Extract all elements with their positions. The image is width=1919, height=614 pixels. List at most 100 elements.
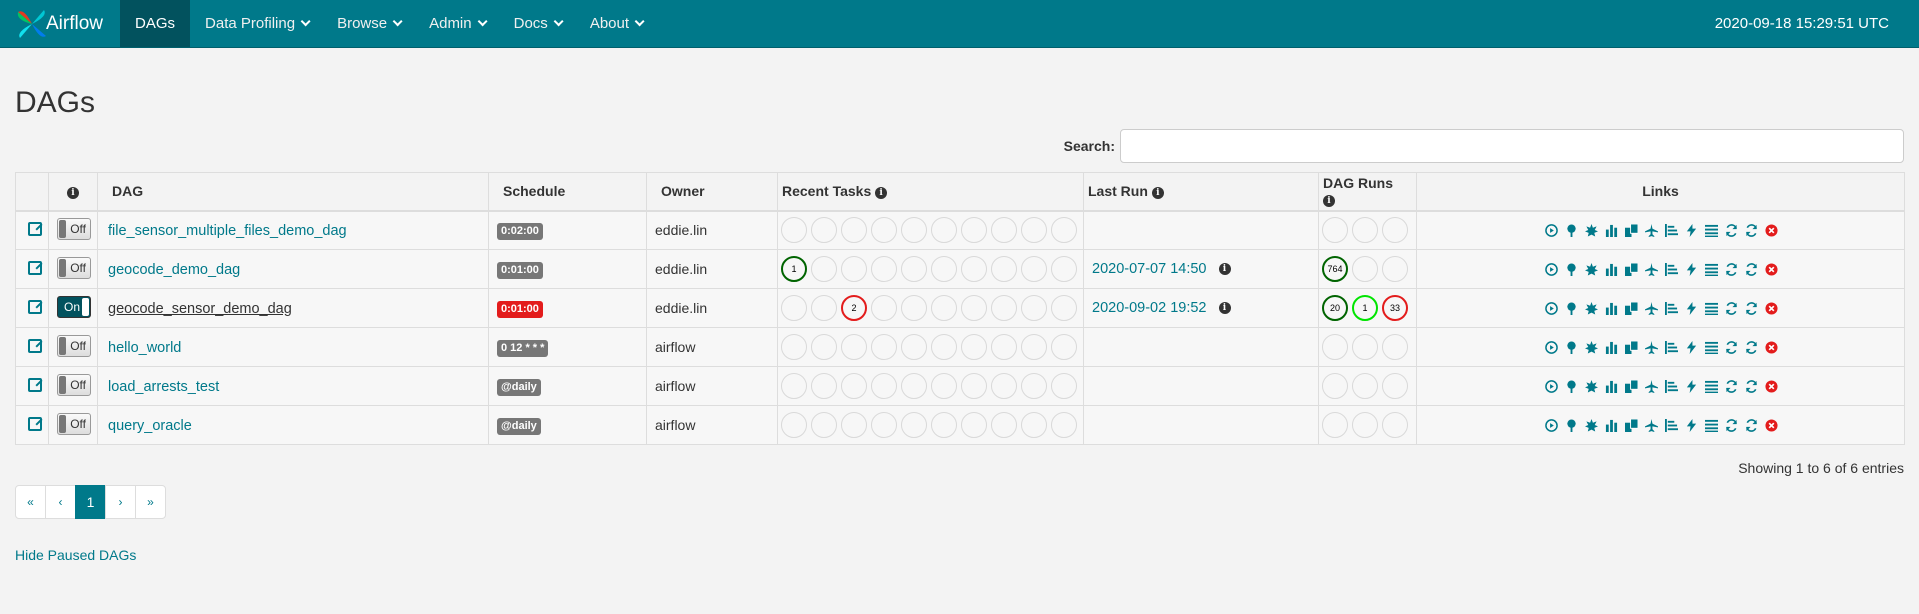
task-duration-icon[interactable] [1685, 302, 1697, 315]
refresh-icon[interactable] [1745, 224, 1757, 238]
task-state-circle[interactable] [901, 295, 927, 321]
dag-column-header[interactable]: DAG [97, 172, 489, 212]
tries-chart-icon[interactable] [1605, 302, 1617, 315]
dag-run-state-circle[interactable]: 20 [1322, 295, 1348, 321]
info-icon[interactable]: i [1218, 302, 1231, 314]
tries-chart-icon[interactable] [1605, 380, 1617, 393]
task-state-circle[interactable]: 2 [841, 295, 867, 321]
gantt-icon[interactable] [1664, 419, 1678, 432]
task-state-circle[interactable] [841, 373, 867, 399]
dag-run-state-circle[interactable] [1382, 334, 1408, 360]
task-state-circle[interactable] [991, 373, 1017, 399]
schedule-badge[interactable]: 0:01:00 [497, 300, 543, 318]
refresh-icon[interactable] [1745, 302, 1757, 315]
task-state-circle[interactable] [811, 256, 837, 282]
code-icon[interactable] [1704, 419, 1718, 432]
dag-link[interactable]: query_oracle [108, 418, 192, 434]
edit-icon[interactable] [28, 221, 42, 236]
dag-link[interactable]: load_arrests_test [108, 379, 219, 395]
task-state-circle[interactable] [901, 412, 927, 438]
dag-run-state-circle[interactable] [1322, 412, 1348, 438]
task-state-circle[interactable] [1021, 217, 1047, 244]
task-state-circle[interactable] [1051, 334, 1077, 360]
trigger-dag-icon[interactable] [1544, 341, 1558, 354]
task-state-circle[interactable] [1021, 256, 1047, 282]
landing-times-icon[interactable] [1644, 302, 1658, 315]
pause-toggle[interactable]: Off [57, 256, 91, 279]
logs-icon[interactable] [1725, 263, 1737, 276]
task-state-circle[interactable] [901, 373, 927, 399]
gantt-icon[interactable] [1664, 341, 1678, 354]
graph-view-icon[interactable] [1584, 224, 1598, 237]
edit-icon[interactable] [28, 377, 42, 392]
dag-run-state-circle[interactable]: 33 [1382, 295, 1408, 321]
code-icon[interactable] [1704, 341, 1718, 354]
info-icon[interactable]: i [875, 186, 888, 199]
task-state-circle[interactable] [1021, 412, 1047, 438]
task-state-circle[interactable] [811, 295, 837, 321]
task-duration-icon[interactable] [1685, 263, 1697, 276]
dag-run-state-circle[interactable]: 764 [1322, 256, 1348, 282]
task-state-circle[interactable] [1051, 373, 1077, 399]
task-state-circle[interactable] [991, 334, 1017, 360]
gantt-icon[interactable] [1664, 380, 1678, 393]
pause-toggle[interactable]: Off [57, 412, 91, 435]
task-duration-icon[interactable] [1685, 341, 1697, 354]
task-state-circle[interactable] [961, 334, 987, 360]
task-state-circle[interactable] [871, 334, 897, 360]
task-state-circle[interactable] [961, 412, 987, 438]
delete-icon[interactable] [1764, 224, 1778, 237]
task-duration-icon[interactable] [1685, 419, 1697, 432]
duration-icon[interactable] [1624, 263, 1638, 276]
pause-toggle[interactable]: Off [57, 334, 91, 357]
task-state-circle[interactable] [931, 295, 957, 321]
refresh-icon[interactable] [1745, 380, 1757, 393]
task-state-circle[interactable] [991, 412, 1017, 438]
task-state-circle[interactable] [1021, 334, 1047, 360]
refresh-icon[interactable] [1745, 341, 1757, 354]
nav-item-about[interactable]: About [575, 0, 656, 47]
landing-times-icon[interactable] [1644, 224, 1658, 238]
delete-icon[interactable] [1764, 419, 1778, 432]
tries-chart-icon[interactable] [1605, 263, 1617, 276]
tries-chart-icon[interactable] [1605, 419, 1617, 432]
task-state-circle[interactable] [841, 217, 867, 244]
logs-icon[interactable] [1725, 302, 1737, 315]
schedule-badge[interactable]: 0:01:00 [497, 261, 543, 279]
dag-run-state-circle[interactable] [1352, 334, 1378, 360]
tree-view-icon[interactable] [1565, 263, 1577, 276]
task-state-circle[interactable] [841, 256, 867, 282]
refresh-icon[interactable] [1745, 263, 1757, 276]
code-icon[interactable] [1704, 224, 1718, 238]
task-state-circle[interactable] [871, 256, 897, 282]
trigger-dag-icon[interactable] [1544, 224, 1558, 238]
task-state-circle[interactable] [931, 256, 957, 282]
last-page-button[interactable]: » [135, 485, 166, 519]
dag-run-state-circle[interactable] [1322, 334, 1348, 360]
task-state-circle[interactable] [811, 412, 837, 438]
hide-paused-dags-link[interactable]: Hide Paused DAGs [15, 547, 136, 563]
prev-page-button[interactable]: ‹ [45, 485, 76, 519]
tree-view-icon[interactable] [1565, 419, 1577, 432]
dag-run-state-circle[interactable] [1382, 256, 1408, 282]
dag-run-state-circle[interactable] [1322, 217, 1348, 244]
code-icon[interactable] [1704, 380, 1718, 393]
task-state-circle[interactable] [871, 373, 897, 399]
info-icon[interactable]: i [1151, 186, 1164, 199]
dag-run-state-circle[interactable] [1352, 256, 1378, 282]
delete-icon[interactable] [1764, 341, 1778, 354]
logs-icon[interactable] [1725, 224, 1737, 238]
task-state-circle[interactable] [781, 295, 807, 321]
task-state-circle[interactable] [1051, 256, 1077, 282]
code-icon[interactable] [1704, 302, 1718, 315]
owner-column-header[interactable]: Owner [646, 172, 778, 212]
last-run-link[interactable]: 2020-07-07 14:50 [1092, 261, 1207, 277]
trigger-dag-icon[interactable] [1544, 419, 1558, 432]
graph-view-icon[interactable] [1584, 302, 1598, 315]
dag-link[interactable]: geocode_demo_dag [108, 262, 240, 278]
logs-icon[interactable] [1725, 341, 1737, 354]
nav-item-data-profiling[interactable]: Data Profiling [190, 0, 322, 47]
dag-run-state-circle[interactable] [1382, 217, 1408, 244]
schedule-badge[interactable]: 0:02:00 [497, 222, 543, 240]
task-state-circle[interactable] [1051, 295, 1077, 321]
